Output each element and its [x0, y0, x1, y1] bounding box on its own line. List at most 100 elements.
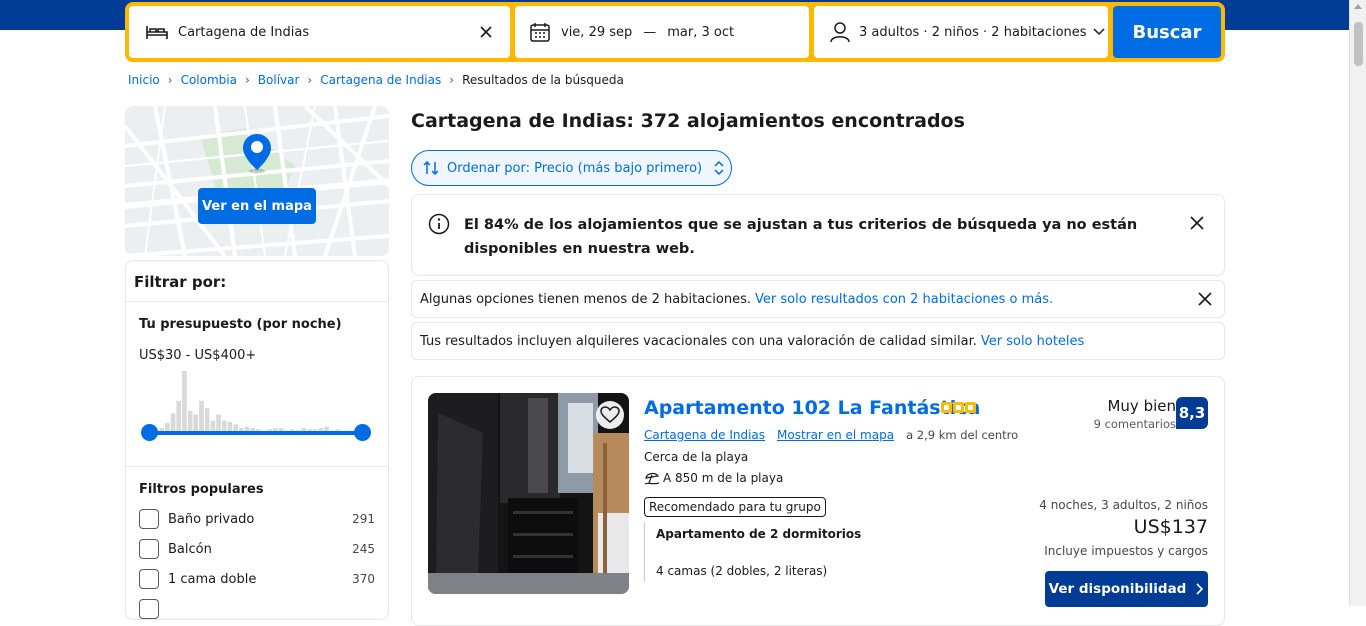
breadcrumb-city[interactable]: Cartagena de Indias [320, 73, 441, 87]
review-word: Muy bien [1107, 397, 1176, 415]
review-score-badge: 8,3 [1176, 397, 1208, 429]
date-separator: — [643, 24, 657, 40]
filter-option[interactable] [139, 598, 375, 620]
scroll-up-arrow-icon[interactable] [1354, 4, 1362, 9]
histogram-bar [182, 371, 187, 433]
stay-summary: 4 noches, 3 adultos, 2 niños [1039, 498, 1208, 512]
sort-label: Ordenar por: Precio (más bajo primero) [447, 160, 703, 176]
budget-range: US$30 - US$400+ [139, 348, 257, 363]
filter-checkbox[interactable] [139, 569, 159, 589]
breadcrumb-region[interactable]: Bolívar [258, 73, 300, 87]
breadcrumb-country[interactable]: Colombia [181, 73, 237, 87]
show-on-map-link[interactable]: Mostrar en el mapa [777, 428, 894, 442]
alert-message: El 84% de los alojamientos que se ajusta… [464, 217, 1138, 257]
budget-slider-max-handle[interactable] [354, 424, 371, 441]
breadcrumb-current: Resultados de la búsqueda [462, 73, 624, 87]
page-scrollbar[interactable] [1349, 0, 1366, 606]
breadcrumb-home[interactable]: Inicio [128, 73, 160, 87]
price-histogram [148, 371, 363, 433]
checkin-date[interactable]: vie, 29 sep [561, 25, 632, 40]
filter-option-label: Baño privado [168, 511, 255, 527]
filter-option[interactable]: 1 cama doble 370 [139, 568, 375, 590]
map-background [125, 106, 389, 256]
beach-umbrella-icon [644, 472, 660, 485]
availability-alert: El 84% de los alojamientos que se ajusta… [411, 194, 1225, 276]
near-beach-label: Cerca de la playa [644, 450, 749, 464]
info-icon [428, 213, 450, 235]
histogram-bar [176, 400, 182, 433]
review-count[interactable]: 9 comentarios [1094, 417, 1176, 431]
vacation-rentals-text: Tus resultados incluyen alquileres vacac… [420, 333, 977, 349]
date-range-field[interactable]: vie, 29 sep — mar, 3 oct [515, 6, 809, 58]
budget-slider-track[interactable] [150, 431, 362, 435]
breadcrumb-separator: › [167, 73, 173, 87]
close-icon[interactable] [1198, 292, 1212, 306]
breadcrumb-separator: › [449, 73, 455, 87]
destination-value: Cartagena de Indias [178, 24, 310, 40]
filters-title: Filtrar por: [134, 273, 227, 291]
budget-slider-min-handle[interactable] [141, 424, 158, 441]
filter-option-count: 291 [352, 512, 375, 526]
filter-option-label: Balcón [168, 541, 212, 557]
star-icon [953, 402, 964, 413]
map-pin-icon [243, 134, 271, 174]
popular-filters-title: Filtros populares [139, 482, 264, 497]
sort-button[interactable]: Ordenar por: Precio (más bajo primero) [411, 150, 732, 186]
filter-checkbox[interactable] [139, 509, 159, 529]
save-heart-button[interactable] [596, 401, 624, 429]
filter-option-label: 1 cama doble [168, 571, 257, 587]
city-link[interactable]: Cartagena de Indias [644, 428, 765, 442]
close-icon[interactable] [1189, 215, 1205, 231]
person-icon [830, 22, 850, 43]
filter-option[interactable]: Balcón 245 [139, 538, 375, 560]
heart-icon [600, 406, 620, 423]
histogram-bar [199, 400, 204, 433]
clear-destination-icon[interactable] [476, 22, 496, 42]
star-rating [941, 402, 976, 413]
guests-field[interactable]: 3 adultos · 2 niños · 2 habitaciones [814, 6, 1108, 58]
chevron-up-down-icon [714, 161, 724, 175]
search-button[interactable]: Buscar [1113, 6, 1221, 58]
location-row: Cartagena de Indias Mostrar en el mapa a… [644, 428, 1018, 442]
distance-from-center: a 2,9 km del centro [906, 428, 1019, 442]
filter-checkbox[interactable] [139, 599, 159, 619]
histogram-bar [187, 410, 193, 433]
results-title: Cartagena de Indias: 372 alojamientos en… [411, 110, 965, 132]
calendar-icon [530, 23, 550, 42]
beach-distance-row: A 850 m de la playa [644, 471, 783, 485]
breadcrumb: Inicio › Colombia › Bolívar › Cartagena … [128, 73, 624, 87]
unit-beds: 4 camas (2 dobles, 2 literas) [656, 564, 828, 578]
checkout-date[interactable]: mar, 3 oct [667, 25, 734, 40]
map-preview[interactable]: Ver en el mapa [125, 106, 389, 256]
guests-value: 3 adultos · 2 niños · 2 habitaciones [859, 24, 1087, 40]
star-icon [941, 402, 952, 413]
bed-icon [146, 26, 168, 39]
filter-option-count: 245 [352, 542, 375, 556]
rooms-info-banner: Algunas opciones tienen menos de 2 habit… [411, 280, 1225, 318]
price: US$137 [1133, 516, 1208, 538]
see-availability-button[interactable]: Ver disponibilidad [1045, 571, 1208, 607]
unit-details: Apartamento de 2 dormitorios 4 camas (2 … [644, 522, 861, 582]
histogram-bar [204, 408, 210, 433]
destination-field[interactable]: Cartagena de Indias [129, 6, 510, 58]
sort-arrows-icon [423, 160, 439, 176]
filter-checkbox[interactable] [139, 539, 159, 559]
filters-divider [126, 466, 388, 467]
filter-option[interactable]: Baño privado 291 [139, 508, 375, 530]
see-availability-label: Ver disponibilidad [1048, 581, 1187, 597]
view-map-button[interactable]: Ver en el mapa [198, 188, 316, 224]
star-icon [965, 402, 976, 413]
hotels-only-link[interactable]: Ver solo hoteles [981, 334, 1084, 349]
breadcrumb-separator: › [307, 73, 313, 87]
filter-option-count: 370 [352, 572, 375, 586]
budget-title: Tu presupuesto (por noche) [139, 317, 342, 332]
rooms-info-link[interactable]: Ver solo resultados con 2 habitaciones o… [755, 292, 1053, 307]
rooms-info-text: Algunas opciones tienen menos de 2 habit… [420, 291, 752, 307]
unit-name: Apartamento de 2 dormitorios [656, 527, 862, 541]
recommended-badge: Recomendado para tu grupo [644, 497, 826, 517]
breadcrumb-separator: › [244, 73, 250, 87]
property-name[interactable]: Apartamento 102 La Fantástica [644, 397, 980, 419]
scrollbar-thumb[interactable] [1354, 22, 1363, 66]
filters-panel: Filtrar por: Tu presupuesto (por noche) … [125, 260, 389, 620]
taxes-note: Incluye impuestos y cargos [1044, 544, 1208, 558]
